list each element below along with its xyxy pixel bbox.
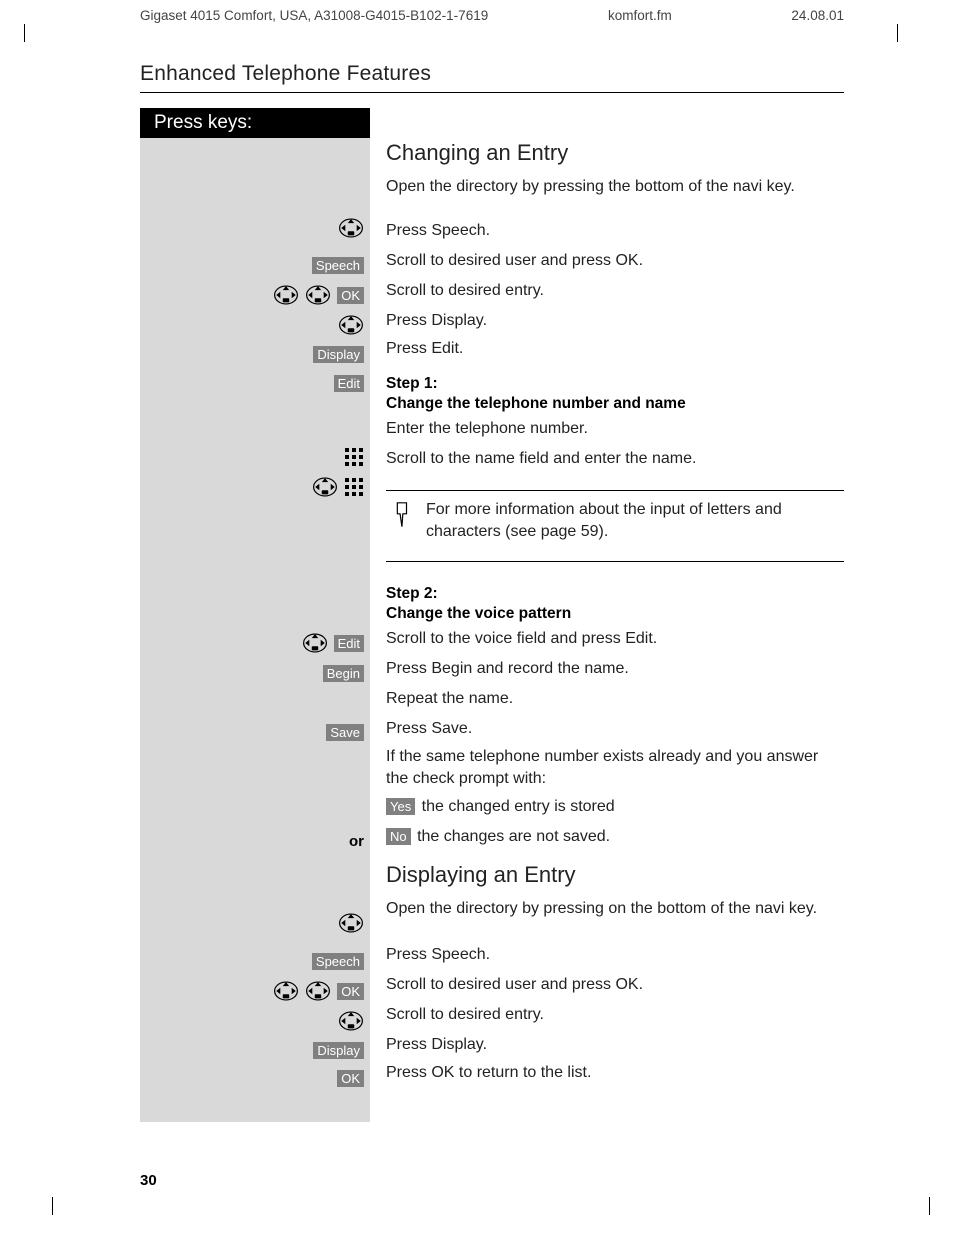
note-text: For more information about the input of …	[426, 499, 838, 542]
navi-key-icon	[338, 217, 364, 239]
step-heading: Step 2: Change the voice pattern	[386, 584, 844, 628]
instruction-text: Open the directory by pressing on the bo…	[386, 898, 844, 944]
page-number: 30	[140, 1172, 157, 1189]
pin-icon	[390, 501, 412, 529]
keypad-icon	[344, 447, 364, 467]
instruction-text: No the changes are not saved.	[386, 826, 844, 856]
heading-displaying-entry: Displaying an Entry	[386, 862, 844, 888]
page-header: Gigaset 4015 Comfort, USA, A31008-G4015-…	[140, 8, 844, 23]
navi-key-icon	[273, 284, 299, 306]
section-title: Enhanced Telephone Features	[140, 62, 844, 93]
instruction-text: Scroll to desired entry.	[386, 280, 844, 310]
keypad-icon	[344, 477, 364, 497]
step-heading: Step 1: Change the telephone number and …	[386, 374, 844, 418]
instruction-text: Press Save.	[386, 718, 844, 746]
header-left: Gigaset 4015 Comfort, USA, A31008-G4015-…	[140, 8, 488, 23]
instruction-text: Scroll to desired entry.	[386, 1004, 844, 1034]
instruction-text: Press Edit.	[386, 338, 844, 368]
header-center: komfort.fm	[608, 8, 672, 23]
navi-key-icon	[305, 284, 331, 306]
speech-key: Speech	[312, 257, 364, 274]
navi-key-icon	[305, 980, 331, 1002]
instruction-text: Press Display.	[386, 310, 844, 338]
ok-key: OK	[337, 983, 364, 1000]
display-key: Display	[313, 346, 364, 363]
save-key: Save	[326, 724, 364, 741]
edit-key: Edit	[334, 635, 364, 652]
or-label: or	[349, 833, 364, 850]
instruction-text: Enter the telephone number.	[386, 418, 844, 448]
instruction-text: Open the directory by pressing the botto…	[386, 176, 844, 220]
navi-key-icon	[302, 632, 328, 654]
navi-key-icon	[338, 1010, 364, 1032]
begin-key: Begin	[323, 665, 364, 682]
ok-key: OK	[337, 287, 364, 304]
navi-key-icon	[312, 476, 338, 498]
heading-changing-entry: Changing an Entry	[386, 140, 844, 166]
description-column: Changing an Entry Open the directory by …	[370, 138, 844, 1122]
navi-key-icon	[273, 980, 299, 1002]
navi-key-icon	[338, 912, 364, 934]
instruction-text: Repeat the name.	[386, 688, 844, 718]
instruction-text: Press OK to return to the list.	[386, 1062, 844, 1090]
instruction-text: Scroll to the voice field and press Edit…	[386, 628, 844, 658]
instruction-text: Scroll to the name field and enter the n…	[386, 448, 844, 478]
ok-key: OK	[337, 1070, 364, 1087]
edit-key: Edit	[334, 375, 364, 392]
note-box: For more information about the input of …	[386, 490, 844, 562]
instruction-text: Scroll to desired user and press OK.	[386, 974, 844, 1004]
instruction-text: Yes the changed entry is stored	[386, 796, 844, 826]
instruction-text: Press Speech.	[386, 944, 844, 974]
no-key: No	[386, 828, 411, 845]
instruction-text: Press Display.	[386, 1034, 844, 1062]
yes-key: Yes	[386, 798, 415, 815]
header-right: 24.08.01	[791, 8, 844, 23]
keys-column: Speech OK Display Edit	[140, 138, 370, 1122]
navi-key-icon	[338, 314, 364, 336]
speech-key: Speech	[312, 953, 364, 970]
instruction-text: Scroll to desired user and press OK.	[386, 250, 844, 280]
press-keys-header: Press keys:	[140, 108, 370, 138]
instruction-text: If the same telephone number exists alre…	[386, 746, 844, 796]
instruction-text: Press Speech.	[386, 220, 844, 250]
display-key: Display	[313, 1042, 364, 1059]
instruction-text: Press Begin and record the name.	[386, 658, 844, 688]
